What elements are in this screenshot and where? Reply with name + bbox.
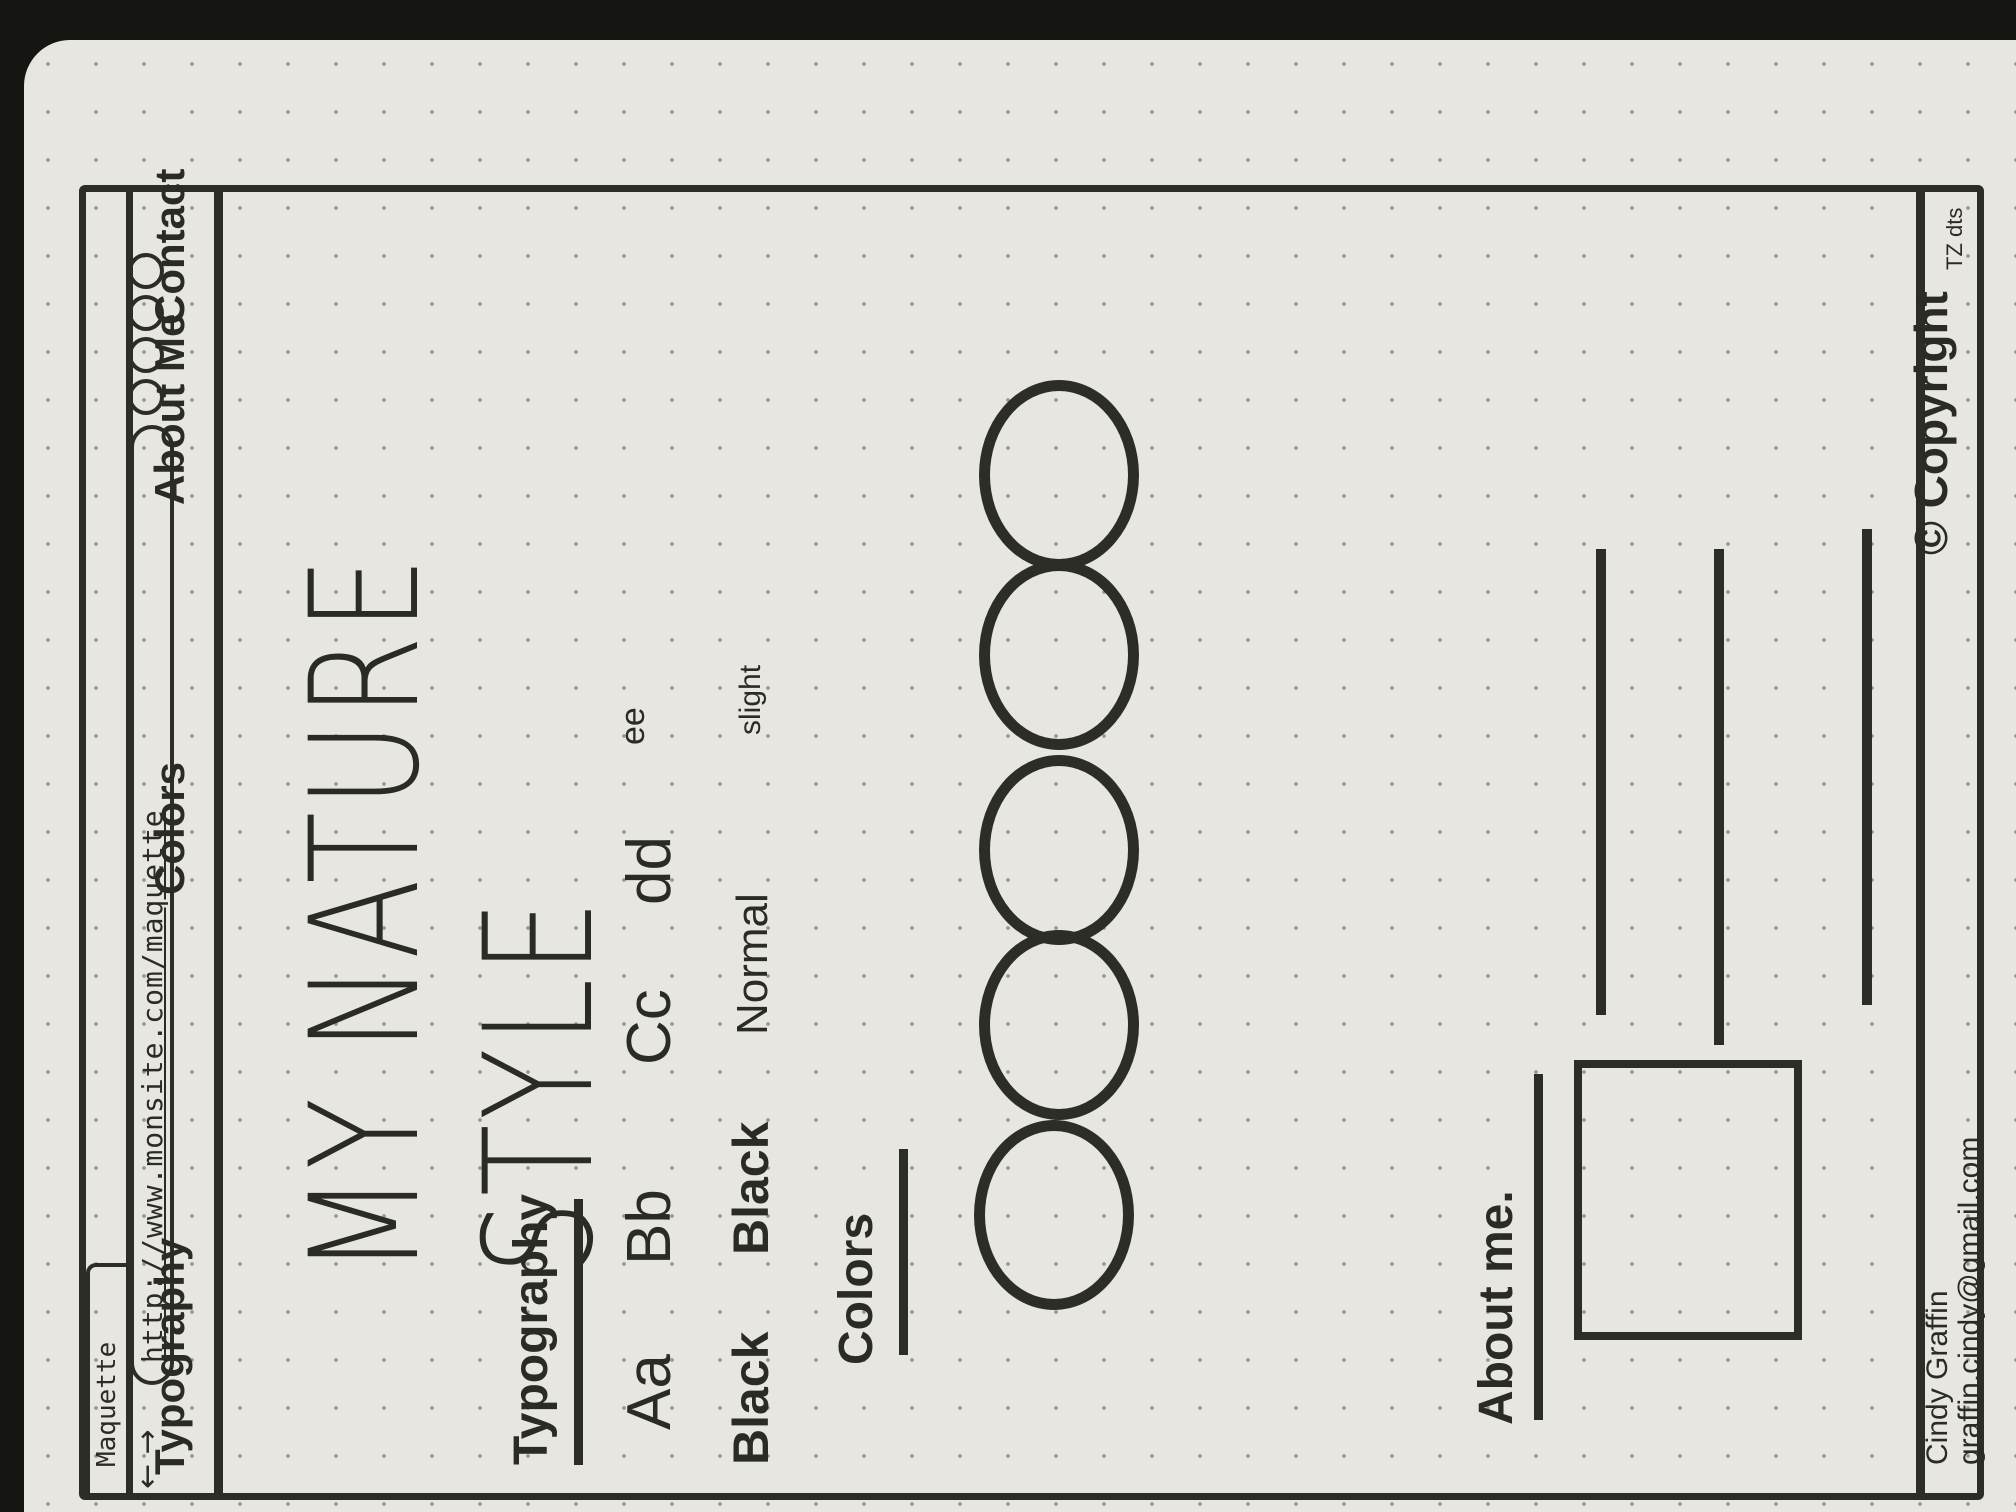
about-heading-underline (1534, 1074, 1543, 1420)
footer-contact: Cindy Graffin graffin.cindy@gmail.com (1921, 1137, 1986, 1465)
about-text-line-2 (1714, 549, 1724, 1045)
hero-title: MY NATURE STYLE (279, 552, 627, 1275)
glyph-sample-ee: ee (614, 707, 652, 745)
typography-heading-underline (574, 1199, 583, 1465)
about-text-line-3 (1862, 529, 1872, 1005)
glyph-sample-aa: Aa (615, 1354, 684, 1430)
glyph-sample-cc: Cc (615, 989, 684, 1065)
nav-link-colors[interactable]: Colors (146, 762, 194, 895)
color-swatch-3 (979, 755, 1139, 945)
weight-sample-black: Black (723, 1331, 779, 1465)
footer-copyright-note: TZ dts (1942, 207, 1967, 270)
glyph-sample-bb: Bb (615, 1189, 684, 1265)
nav-divider (214, 189, 223, 1495)
color-swatch-2 (979, 930, 1139, 1120)
weight-sample-slight: slight (734, 664, 767, 735)
color-swatch-4 (979, 560, 1139, 750)
glyph-sample-dd: dd (615, 836, 684, 905)
wireframe-sketch: Maquette ← → http://www.monsite.com/maqu… (74, 169, 1989, 1505)
footer-copyright: © Copyright (1905, 291, 1957, 555)
typography-heading: Typography (505, 1193, 558, 1465)
weight-sample-black-2: Black (723, 1121, 779, 1255)
tab-title: Maquette (92, 1341, 122, 1467)
weight-sample-normal: Normal (728, 893, 777, 1035)
about-text-line-1 (1596, 549, 1606, 1015)
browser-tab[interactable]: Maquette (86, 1263, 126, 1495)
color-swatch-1 (974, 1120, 1134, 1310)
footer-email[interactable]: graffin.cindy@gmail.com (1953, 1137, 1986, 1465)
colors-heading: Colors (830, 1212, 883, 1365)
color-swatch-5 (979, 380, 1139, 570)
colors-heading-underline (899, 1149, 908, 1355)
footer-name: Cindy Graffin (1921, 1290, 1954, 1465)
nav-link-about[interactable]: About Me (146, 314, 194, 505)
notebook-page: Maquette ← → http://www.monsite.com/maqu… (24, 40, 2016, 1512)
about-photo-placeholder (1574, 1060, 1802, 1340)
nav-link-typography[interactable]: Typography (146, 1238, 194, 1475)
nav-link-contact[interactable]: Contact (146, 169, 194, 325)
about-heading: About me. (1470, 1190, 1523, 1425)
